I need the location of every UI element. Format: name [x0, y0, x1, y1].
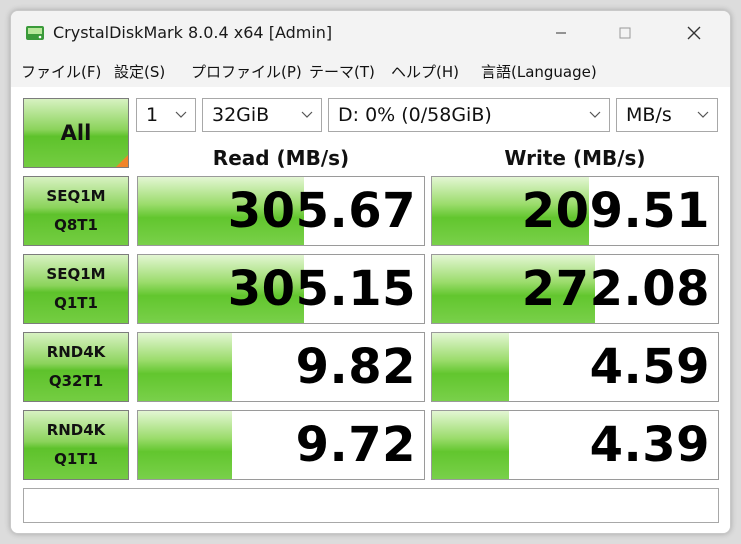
run-all-label: All — [60, 121, 92, 145]
read-value: 305.67 — [227, 183, 416, 239]
write-header: Write (MB/s) — [504, 146, 646, 170]
test-count-select[interactable]: 1 — [136, 98, 196, 132]
menu-profile[interactable]: プロファイル(P) — [191, 61, 302, 82]
write-bar — [432, 411, 510, 479]
unit-select[interactable]: MB/s — [616, 98, 718, 132]
disk-icon — [26, 26, 44, 40]
test-button-rnd4k-q32t1[interactable]: RND4K Q32T1 — [23, 332, 129, 402]
test-button-seq1m-q8t1[interactable]: SEQ1M Q8T1 — [23, 176, 129, 246]
read-header: Read (MB/s) — [212, 146, 350, 170]
window-title: CrystalDiskMark 8.0.4 x64 [Admin] — [53, 23, 333, 42]
comment-field[interactable] — [23, 488, 719, 523]
menu-file[interactable]: ファイル(F) — [21, 61, 101, 82]
write-result-seq1m-q1t1: 272.08 — [431, 254, 719, 324]
write-result-rnd4k-q1t1: 4.39 — [431, 410, 719, 480]
app-window: CrystalDiskMark 8.0.4 x64 [Admin] ファイル(F… — [10, 10, 731, 534]
test-count-value: 1 — [146, 104, 159, 126]
write-value: 272.08 — [521, 261, 710, 317]
read-bar — [138, 333, 233, 401]
chevron-down-icon — [175, 111, 187, 118]
test-button-seq1m-q1t1[interactable]: SEQ1M Q1T1 — [23, 254, 129, 324]
menu-help[interactable]: ヘルプ(H) — [391, 61, 459, 82]
minimize-icon — [556, 32, 566, 34]
test-button-rnd4k-q1t1[interactable]: RND4K Q1T1 — [23, 410, 129, 480]
test-name-line2: Q32T1 — [48, 372, 104, 390]
test-name-line2: Q1T1 — [54, 294, 98, 312]
write-value: 4.39 — [589, 417, 710, 473]
read-value: 9.82 — [295, 339, 416, 395]
test-name-line1: SEQ1M — [46, 265, 106, 283]
menu-language[interactable]: 言語(Language) — [481, 61, 597, 82]
minimize-button[interactable] — [538, 11, 584, 55]
read-result-seq1m-q1t1: 305.15 — [137, 254, 425, 324]
maximize-button[interactable] — [602, 11, 648, 55]
close-button[interactable] — [671, 11, 717, 55]
test-name-line2: Q1T1 — [54, 450, 98, 468]
drive-value: D: 0% (0/58GiB) — [338, 104, 492, 126]
read-result-seq1m-q8t1: 305.67 — [137, 176, 425, 246]
chevron-down-icon — [697, 111, 709, 118]
chevron-down-icon — [301, 111, 313, 118]
read-result-rnd4k-q32t1: 9.82 — [137, 332, 425, 402]
test-name-line1: RND4K — [46, 343, 106, 361]
write-result-seq1m-q8t1: 209.51 — [431, 176, 719, 246]
test-size-select[interactable]: 32GiB — [202, 98, 322, 132]
write-bar — [432, 333, 510, 401]
read-value: 9.72 — [295, 417, 416, 473]
read-value: 305.15 — [227, 261, 416, 317]
test-name-line1: SEQ1M — [46, 187, 106, 205]
menu-bar: ファイル(F) 設定(S) プロファイル(P) テーマ(T) ヘルプ(H) 言語… — [11, 59, 730, 85]
title-bar: CrystalDiskMark 8.0.4 x64 [Admin] — [11, 11, 730, 55]
close-icon — [687, 26, 701, 40]
menu-theme[interactable]: テーマ(T) — [309, 61, 375, 82]
corner-marker-icon — [116, 155, 128, 167]
run-all-button[interactable]: All — [23, 98, 129, 168]
read-bar — [138, 411, 233, 479]
write-value: 4.59 — [589, 339, 710, 395]
menu-settings[interactable]: 設定(S) — [114, 61, 165, 82]
test-size-value: 32GiB — [212, 104, 270, 126]
unit-value: MB/s — [626, 104, 672, 126]
chevron-down-icon — [589, 111, 601, 118]
read-result-rnd4k-q1t1: 9.72 — [137, 410, 425, 480]
write-value: 209.51 — [521, 183, 710, 239]
write-result-rnd4k-q32t1: 4.59 — [431, 332, 719, 402]
maximize-icon — [619, 27, 631, 39]
drive-select[interactable]: D: 0% (0/58GiB) — [328, 98, 610, 132]
test-name-line2: Q8T1 — [54, 216, 98, 234]
test-name-line1: RND4K — [46, 421, 106, 439]
